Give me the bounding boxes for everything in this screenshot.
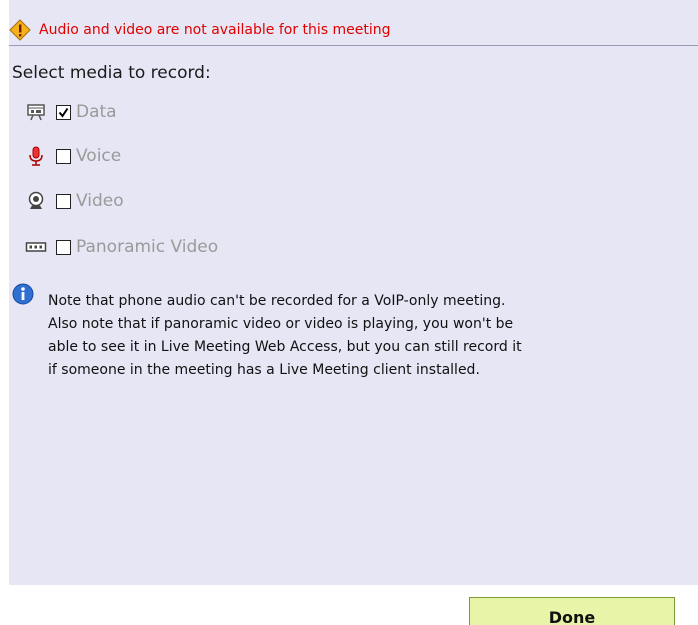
data-checkbox[interactable]	[56, 104, 71, 120]
video-checkbox[interactable]	[56, 193, 71, 209]
media-option-voice[interactable]: Voice	[25, 145, 121, 167]
warning-text: Audio and video are not available for th…	[39, 22, 391, 38]
video-label: Video	[76, 191, 124, 211]
media-option-video[interactable]: Video	[25, 190, 124, 212]
media-option-panoramic-video[interactable]: Panoramic Video	[25, 236, 218, 258]
select-media-label: Select media to record:	[12, 63, 211, 83]
webcam-icon	[25, 190, 47, 212]
media-option-data[interactable]: Data	[25, 101, 117, 123]
note-line: able to see it in Live Meeting Web Acces…	[48, 339, 522, 355]
voice-checkbox[interactable]	[56, 148, 71, 164]
panoramic-video-label: Panoramic Video	[76, 237, 219, 257]
warning-banner: Audio and video are not available for th…	[9, 18, 391, 42]
panoramic-video-checkbox[interactable]	[56, 239, 71, 255]
voice-label: Voice	[76, 146, 122, 166]
divider	[9, 45, 698, 46]
note-line: if someone in the meeting has a Live Mee…	[48, 362, 480, 378]
data-presentation-icon	[25, 101, 47, 123]
note-line: Note that phone audio can't be recorded …	[48, 293, 506, 309]
microphone-icon	[25, 145, 47, 167]
done-button[interactable]: Done	[469, 597, 675, 625]
data-label: Data	[76, 102, 117, 122]
panoramic-camera-icon	[25, 236, 47, 258]
warning-diamond-icon	[9, 19, 31, 41]
note-text: Note that phone audio can't be recorded …	[48, 290, 522, 382]
note-line: Also note that if panoramic video or vid…	[48, 316, 514, 332]
